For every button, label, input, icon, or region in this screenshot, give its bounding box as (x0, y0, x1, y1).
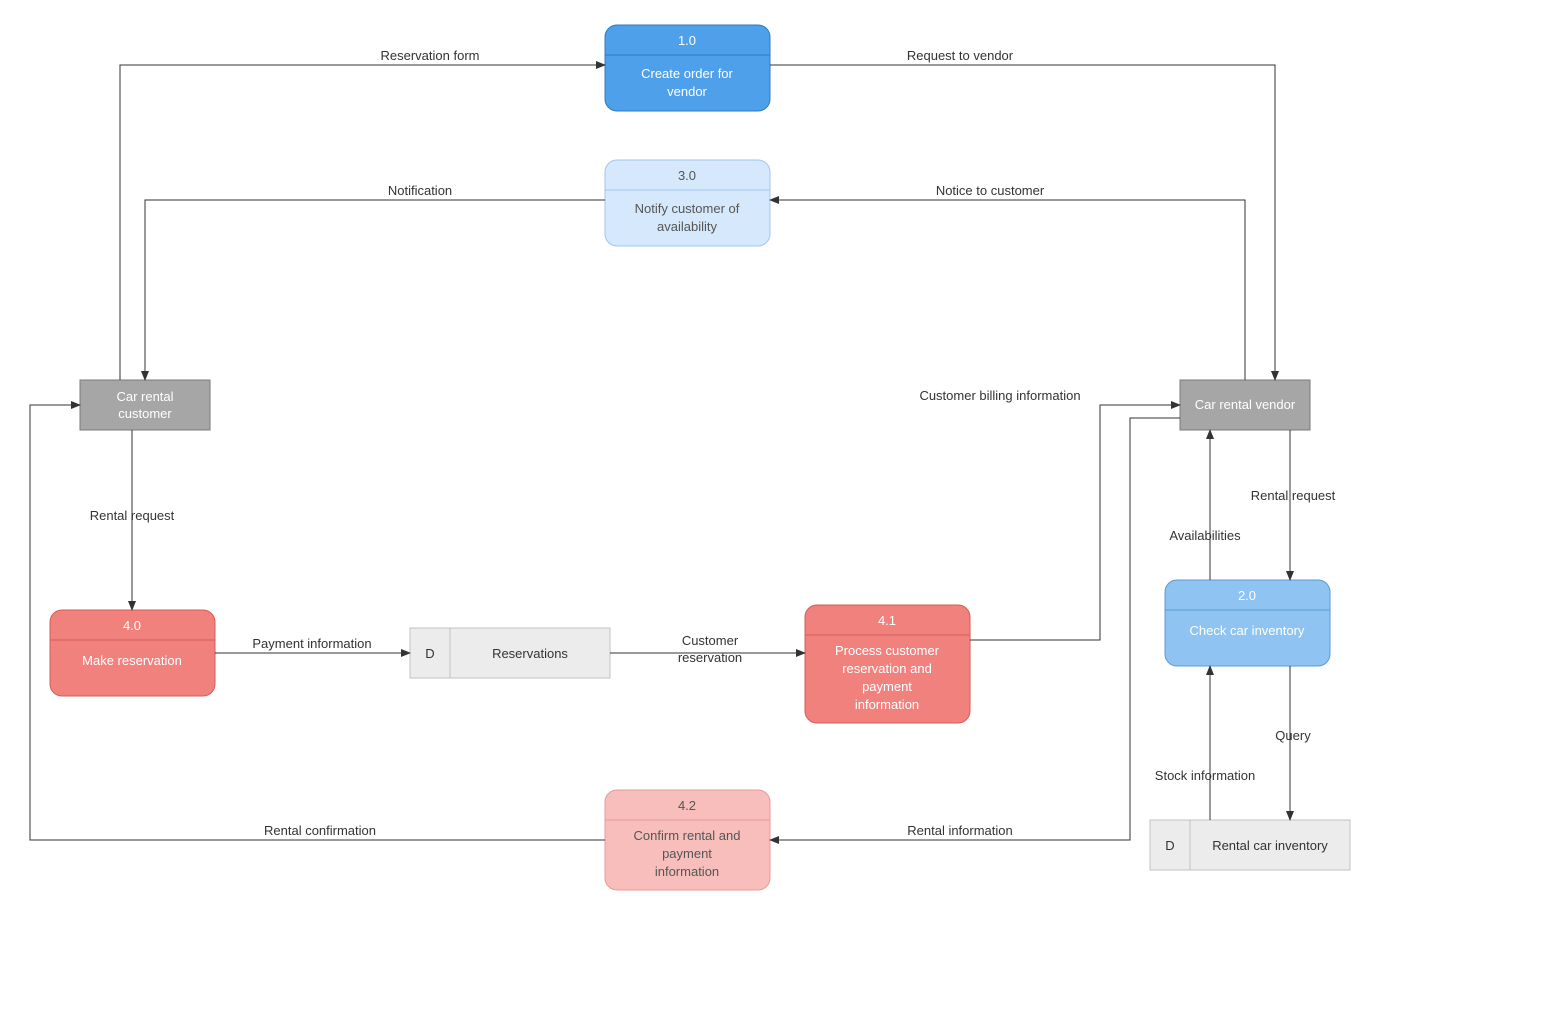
process-4-1-l3: payment (862, 679, 912, 694)
datastore-inventory[interactable]: D Rental car inventory (1150, 820, 1350, 870)
process-2-0-num: 2.0 (1238, 588, 1256, 603)
process-4-2-num: 4.2 (678, 798, 696, 813)
process-4-0-label1: Make reservation (82, 653, 182, 668)
process-2-0-label1: Check car inventory (1190, 623, 1305, 638)
flow-request-to-vendor (770, 65, 1275, 380)
datastore-reservations-tag: D (425, 646, 434, 661)
process-4-2[interactable]: 4.2 Confirm rental and payment informati… (605, 790, 770, 890)
entity-vendor[interactable]: Car rental vendor (1180, 380, 1310, 430)
flow-customer-billing (970, 405, 1180, 640)
flow-reservation-form-label: Reservation form (381, 48, 480, 63)
flow-customer-reservation-l2: reservation (678, 650, 742, 665)
flow-notification (145, 200, 605, 380)
flow-rental-confirmation-label: Rental confirmation (264, 823, 376, 838)
process-4-1-num: 4.1 (878, 613, 896, 628)
process-4-1[interactable]: 4.1 Process customer reservation and pay… (805, 605, 970, 723)
datastore-reservations[interactable]: D Reservations (410, 628, 610, 678)
process-1-0-label2: vendor (667, 84, 707, 99)
flow-customer-reservation-l1: Customer (682, 633, 739, 648)
flow-rental-request-right-label: Rental request (1251, 488, 1336, 503)
process-3-0-label2: availability (657, 219, 717, 234)
flow-availabilities-label: Availabilities (1169, 528, 1241, 543)
flow-stock-information-label: Stock information (1155, 768, 1255, 783)
process-1-0[interactable]: 1.0 Create order for vendor (605, 25, 770, 111)
flow-payment-information-label: Payment information (252, 636, 371, 651)
process-4-2-l1: Confirm rental and (634, 828, 741, 843)
process-4-1-l2: reservation and (842, 661, 932, 676)
process-1-0-num: 1.0 (678, 33, 696, 48)
process-4-2-l2: payment (662, 846, 712, 861)
entity-customer-l1: Car rental (116, 389, 173, 404)
datastore-inventory-tag: D (1165, 838, 1174, 853)
process-3-0-num: 3.0 (678, 168, 696, 183)
process-3-0[interactable]: 3.0 Notify customer of availability (605, 160, 770, 246)
flow-query-label: Query (1275, 728, 1311, 743)
process-4-1-l4: information (855, 697, 919, 712)
process-1-0-label1: Create order for (641, 66, 733, 81)
flow-reservation-form (120, 65, 605, 380)
flow-rental-information-label: Rental information (907, 823, 1013, 838)
flow-rental-request-left-label: Rental request (90, 508, 175, 523)
datastore-inventory-label: Rental car inventory (1212, 838, 1328, 853)
entity-customer[interactable]: Car rental customer (80, 380, 210, 430)
process-4-2-l3: information (655, 864, 719, 879)
datastore-reservations-label: Reservations (492, 646, 568, 661)
process-3-0-label1: Notify customer of (635, 201, 740, 216)
flow-notice-to-customer-label: Notice to customer (936, 183, 1045, 198)
flow-customer-billing-label: Customer billing information (919, 388, 1080, 403)
process-4-1-l1: Process customer (835, 643, 940, 658)
flow-notice-to-customer (770, 200, 1245, 380)
flow-notification-label: Notification (388, 183, 452, 198)
process-4-0[interactable]: 4.0 Make reservation (50, 610, 215, 696)
process-4-0-num: 4.0 (123, 618, 141, 633)
entity-vendor-l1: Car rental vendor (1195, 397, 1296, 412)
process-2-0[interactable]: 2.0 Check car inventory (1165, 580, 1330, 666)
entity-customer-l2: customer (118, 406, 172, 421)
flow-request-to-vendor-label: Request to vendor (907, 48, 1014, 63)
